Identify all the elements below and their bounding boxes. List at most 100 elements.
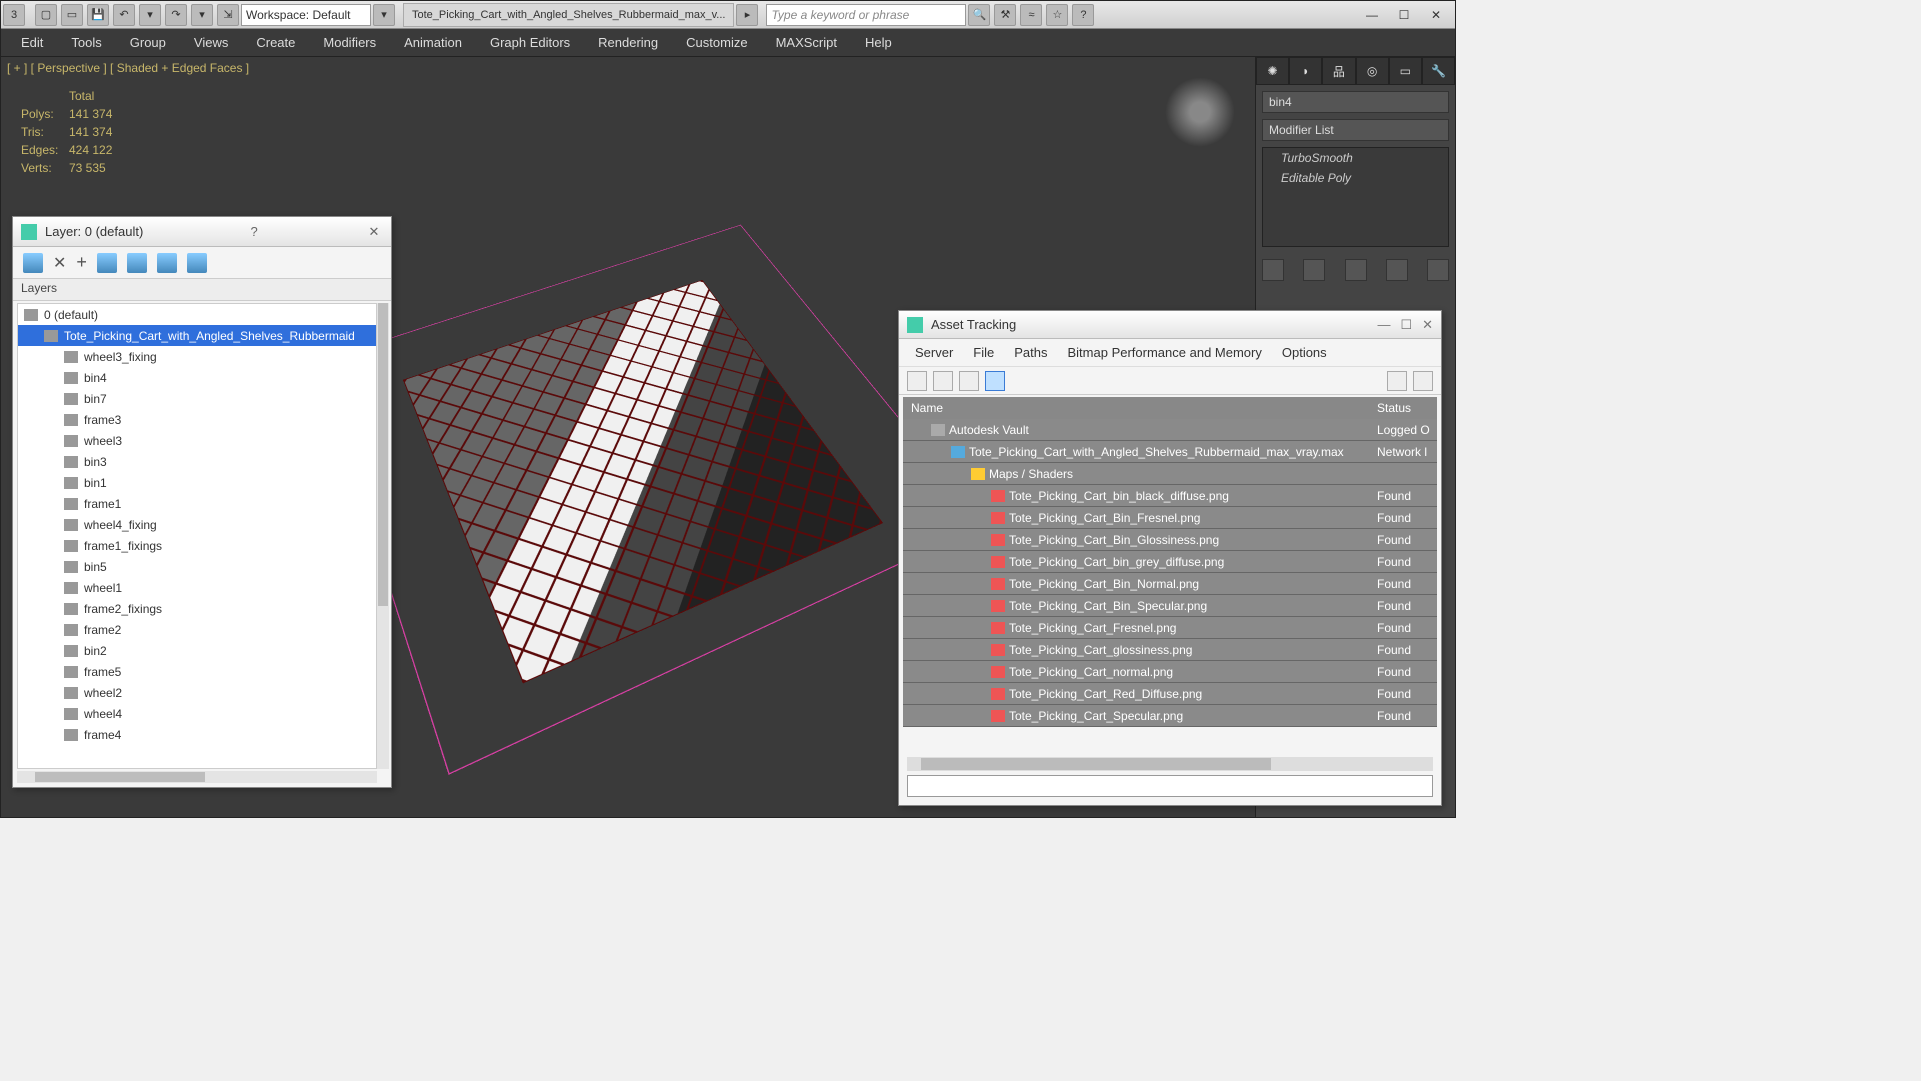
redo-icon[interactable]: ↷ (165, 4, 187, 26)
layer-row[interactable]: frame3 (18, 409, 376, 430)
modifier-editable poly[interactable]: Editable Poly (1263, 168, 1448, 188)
link-icon[interactable]: ⇲ (217, 4, 239, 26)
layer-row[interactable]: bin3 (18, 451, 376, 472)
layer-titlebar[interactable]: Layer: 0 (default) ? ✕ (13, 217, 391, 247)
asset-titlebar[interactable]: Asset Tracking — ☐ ✕ (899, 311, 1441, 339)
configure-sets-icon[interactable] (1427, 259, 1449, 281)
layer-row[interactable]: Tote_Picking_Cart_with_Angled_Shelves_Ru… (18, 325, 376, 346)
layer-row[interactable]: bin7 (18, 388, 376, 409)
layer-add-icon[interactable]: + (76, 252, 87, 273)
create-tab-icon[interactable]: ✺ (1256, 57, 1289, 85)
layer-row[interactable]: frame5 (18, 661, 376, 682)
asset-view1-icon[interactable] (933, 371, 953, 391)
asset-col-status[interactable]: Status (1373, 401, 1437, 415)
layer-column-header[interactable]: Layers (13, 279, 391, 301)
workspace-combo[interactable]: Workspace: Default (241, 4, 371, 26)
scene-3d[interactable] (368, 207, 888, 667)
layer-vscroll-thumb[interactable] (378, 303, 388, 606)
modifier-stack[interactable]: TurboSmoothEditable Poly (1262, 147, 1449, 247)
layer-row[interactable]: bin1 (18, 472, 376, 493)
menu-help[interactable]: Help (851, 31, 906, 54)
open-icon[interactable]: ▭ (61, 4, 83, 26)
asset-minimize-icon[interactable]: — (1377, 317, 1390, 333)
modifier-list-combo[interactable]: Modifier List (1262, 119, 1449, 141)
utilities-tab-icon[interactable]: 🔧 (1422, 57, 1455, 85)
layer-row[interactable]: wheel4 (18, 703, 376, 724)
workspace-dd-icon[interactable]: ▾ (373, 4, 395, 26)
layer-hscroll[interactable] (17, 771, 377, 783)
menu-customize[interactable]: Customize (672, 31, 761, 54)
asset-hscroll[interactable] (907, 757, 1433, 771)
app-icon[interactable]: 3 (3, 4, 25, 26)
layer-delete-icon[interactable]: ✕ (53, 253, 66, 273)
file-tab[interactable]: Tote_Picking_Cart_with_Angled_Shelves_Ru… (403, 3, 734, 27)
viewport-label[interactable]: [ + ] [ Perspective ] [ Shaded + Edged F… (7, 61, 249, 75)
asset-grid-header[interactable]: Name Status (903, 397, 1437, 419)
layer-row[interactable]: frame1_fixings (18, 535, 376, 556)
modify-tab-icon[interactable]: ◗ (1289, 57, 1322, 85)
asset-row[interactable]: Tote_Picking_Cart_Bin_Normal.pngFound (903, 573, 1437, 595)
asset-col-name[interactable]: Name (903, 401, 1373, 415)
asset-maximize-icon[interactable]: ☐ (1400, 317, 1412, 333)
asset-menu-file[interactable]: File (963, 345, 1004, 360)
asset-menu-bitmap-performance-and-memory[interactable]: Bitmap Performance and Memory (1058, 345, 1272, 360)
menu-group[interactable]: Group (116, 31, 180, 54)
show-end-result-icon[interactable] (1303, 259, 1325, 281)
redo-dd-icon[interactable]: ▾ (191, 4, 213, 26)
maximize-icon[interactable]: ☐ (1391, 5, 1417, 25)
asset-row[interactable]: Tote_Picking_Cart_normal.pngFound (903, 661, 1437, 683)
asset-refresh-icon[interactable] (907, 371, 927, 391)
asset-grid[interactable]: Name Status Autodesk VaultLogged O Tote_P… (903, 397, 1437, 755)
motion-tab-icon[interactable]: ◎ (1356, 57, 1389, 85)
tool-a-icon[interactable]: ⚒ (994, 4, 1016, 26)
layer-row[interactable]: bin2 (18, 640, 376, 661)
undo-dd-icon[interactable]: ▾ (139, 4, 161, 26)
layer-row[interactable]: 0 (default) (18, 304, 376, 325)
layer-row[interactable]: wheel3 (18, 430, 376, 451)
asset-row[interactable]: Tote_Picking_Cart_Bin_Specular.pngFound (903, 595, 1437, 617)
asset-view2-icon[interactable] (959, 371, 979, 391)
close-icon[interactable]: ✕ (1423, 5, 1449, 25)
layer-tool-6-icon[interactable] (157, 253, 177, 273)
layer-tree[interactable]: 0 (default)Tote_Picking_Cart_with_Angled… (17, 303, 377, 769)
asset-row[interactable]: Tote_Picking_Cart_Specular.pngFound (903, 705, 1437, 727)
asset-row[interactable]: Maps / Shaders (903, 463, 1437, 485)
menu-rendering[interactable]: Rendering (584, 31, 672, 54)
layer-row[interactable]: frame2 (18, 619, 376, 640)
asset-row[interactable]: Tote_Picking_Cart_bin_black_diffuse.pngF… (903, 485, 1437, 507)
menu-tools[interactable]: Tools (57, 31, 115, 54)
make-unique-icon[interactable] (1345, 259, 1367, 281)
display-tab-icon[interactable]: ▭ (1389, 57, 1422, 85)
layer-vscroll[interactable] (377, 303, 389, 769)
asset-row[interactable]: Tote_Picking_Cart_Bin_Glossiness.pngFoun… (903, 529, 1437, 551)
object-name-field[interactable]: bin4 (1262, 91, 1449, 113)
asset-row[interactable]: Tote_Picking_Cart_bin_grey_diffuse.pngFo… (903, 551, 1437, 573)
menu-views[interactable]: Views (180, 31, 242, 54)
asset-help-icon[interactable] (1387, 371, 1407, 391)
asset-hscroll-thumb[interactable] (921, 758, 1271, 770)
layer-row[interactable]: wheel2 (18, 682, 376, 703)
help-icon[interactable]: ? (1072, 4, 1094, 26)
hierarchy-tab-icon[interactable]: 品 (1322, 57, 1355, 85)
layer-tool-5-icon[interactable] (127, 253, 147, 273)
menu-animation[interactable]: Animation (390, 31, 476, 54)
menu-create[interactable]: Create (242, 31, 309, 54)
asset-row[interactable]: Tote_Picking_Cart_Fresnel.pngFound (903, 617, 1437, 639)
layer-row[interactable]: wheel3_fixing (18, 346, 376, 367)
file-dd-icon[interactable]: ▸ (736, 4, 758, 26)
menu-graph-editors[interactable]: Graph Editors (476, 31, 584, 54)
viewcube-icon[interactable] (1165, 77, 1235, 147)
layer-tool-1-icon[interactable] (23, 253, 43, 273)
star-icon[interactable]: ☆ (1046, 4, 1068, 26)
layer-hscroll-thumb[interactable] (35, 772, 205, 782)
layer-row[interactable]: frame2_fixings (18, 598, 376, 619)
menu-maxscript[interactable]: MAXScript (762, 31, 851, 54)
layer-row[interactable]: bin4 (18, 367, 376, 388)
pin-stack-icon[interactable] (1262, 259, 1284, 281)
asset-menu-options[interactable]: Options (1272, 345, 1337, 360)
asset-menu-server[interactable]: Server (905, 345, 963, 360)
asset-row[interactable]: Autodesk VaultLogged O (903, 419, 1437, 441)
layer-close-icon[interactable]: ✕ (365, 224, 383, 240)
asset-row[interactable]: Tote_Picking_Cart_Bin_Fresnel.pngFound (903, 507, 1437, 529)
asset-opt-icon[interactable] (1413, 371, 1433, 391)
